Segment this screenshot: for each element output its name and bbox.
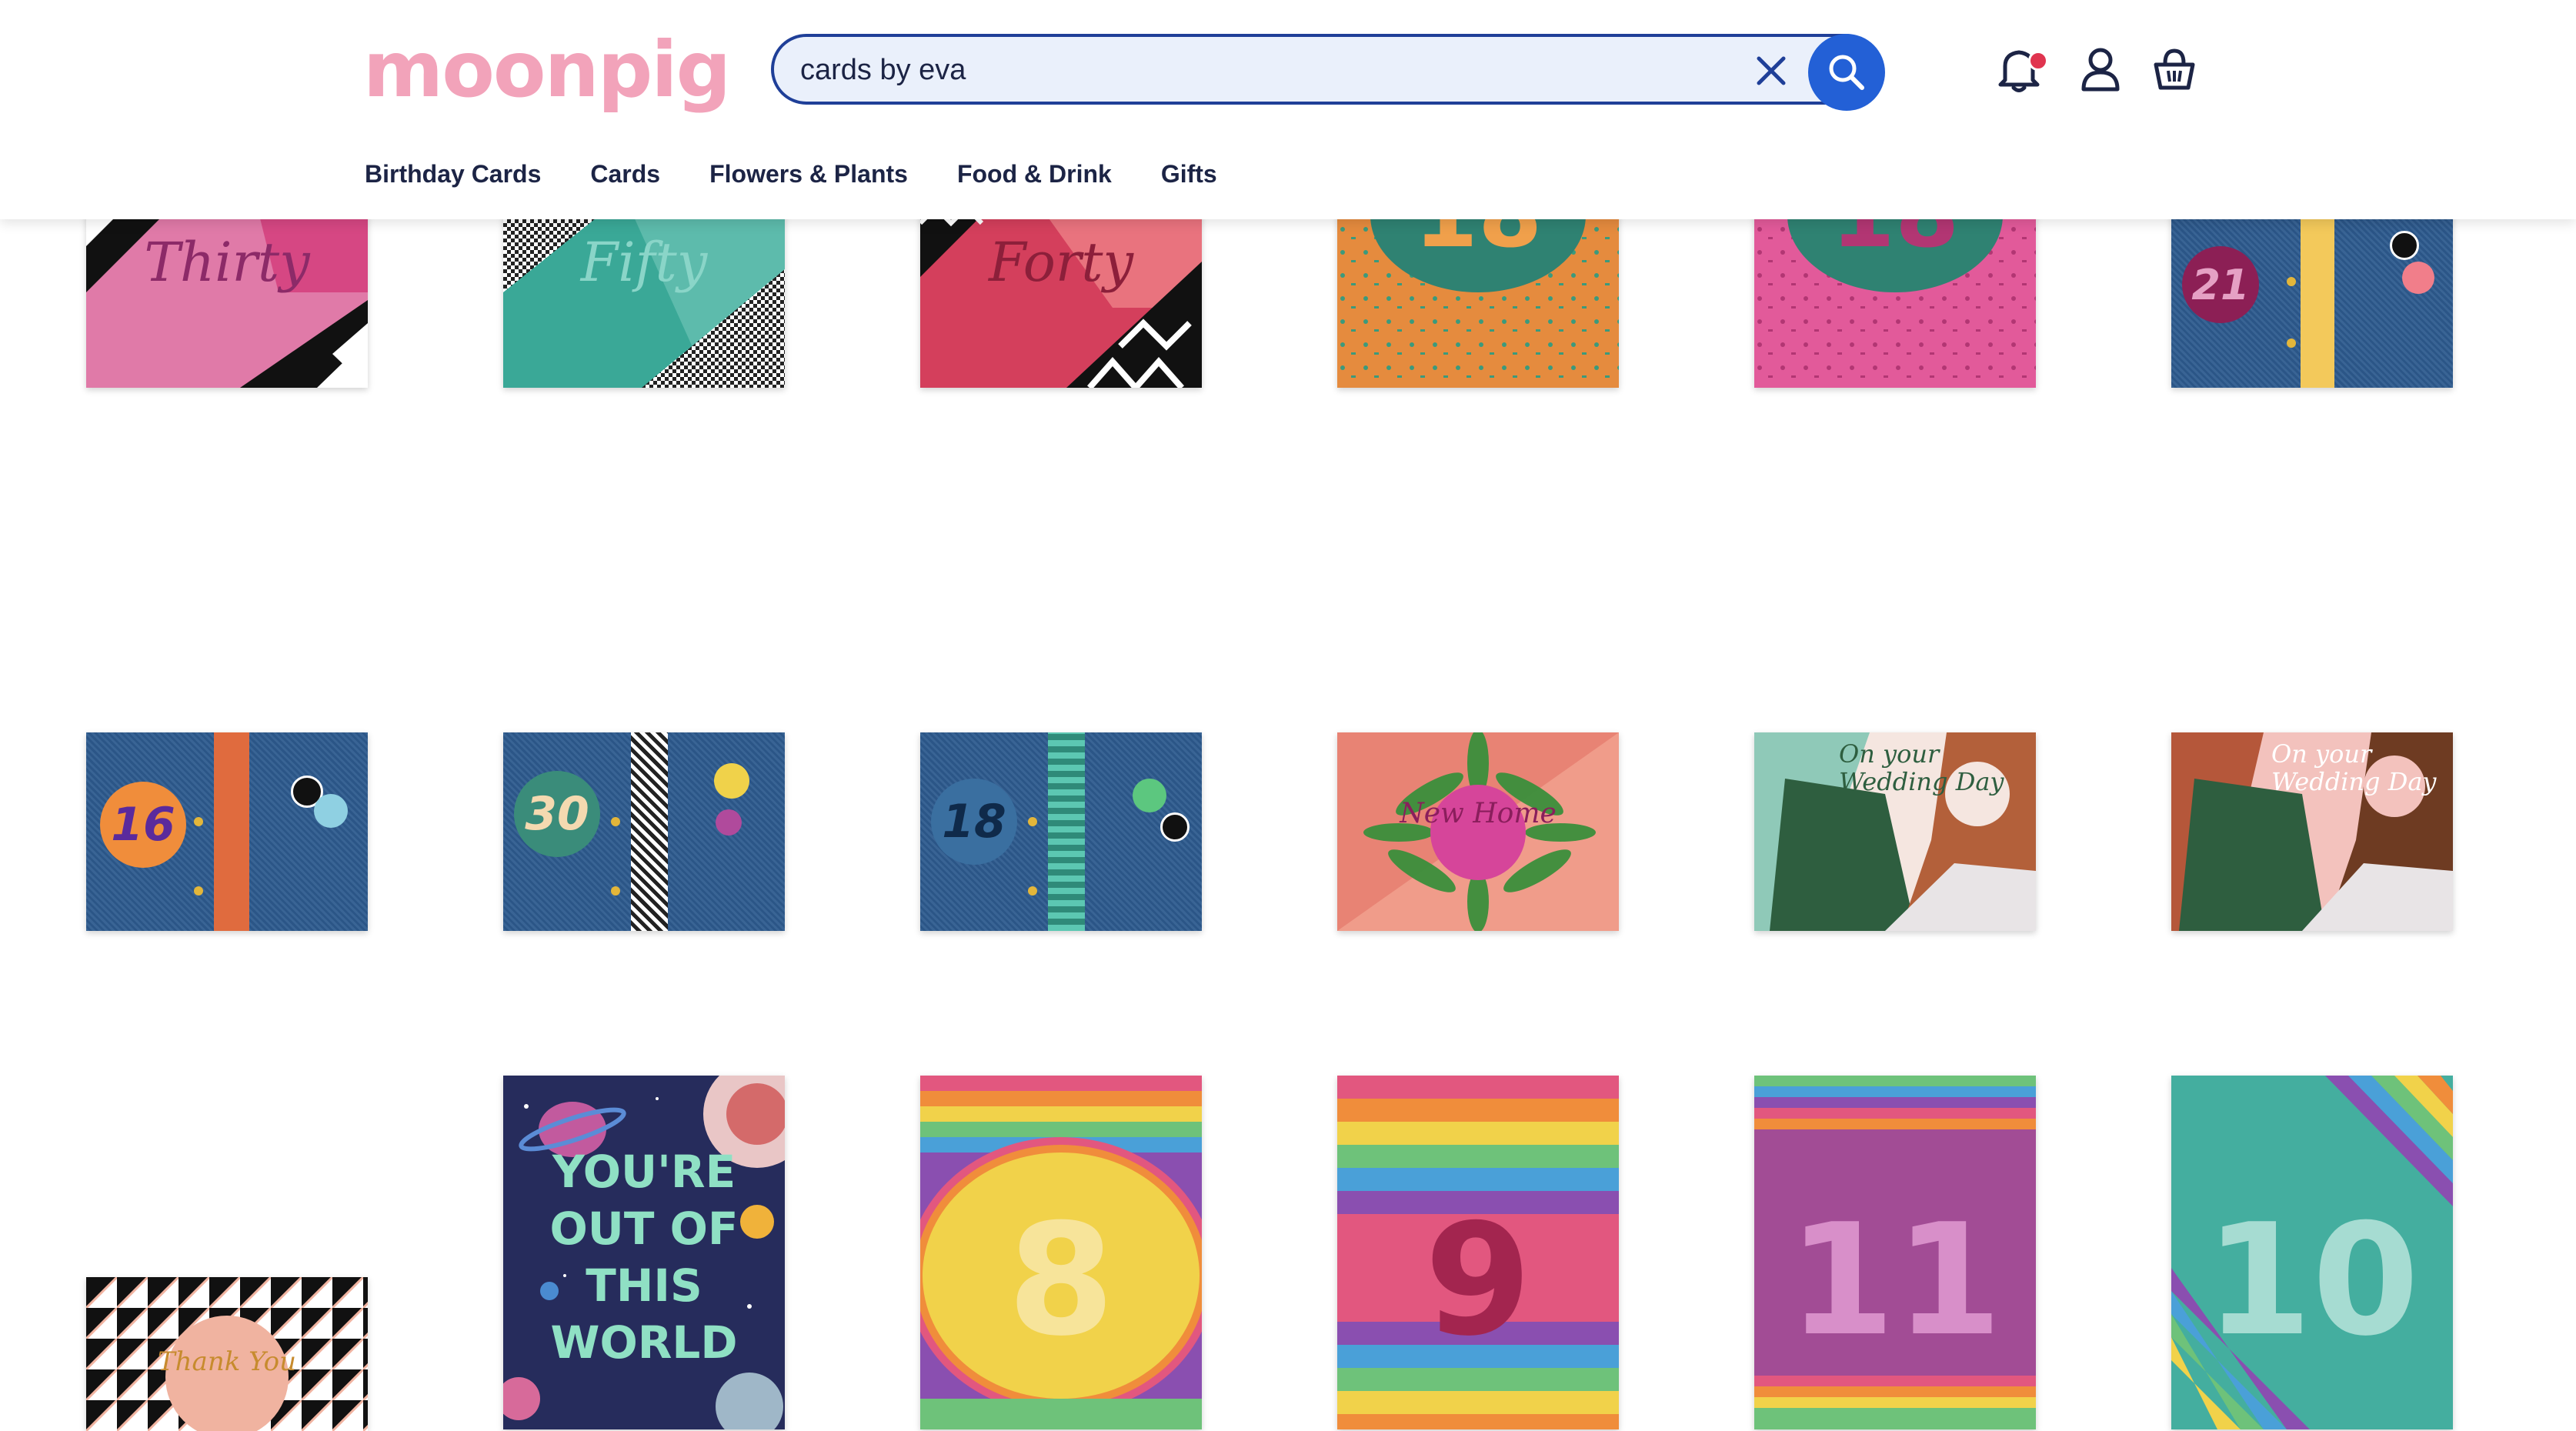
search-button[interactable] [1808, 34, 1885, 111]
account-button[interactable] [2077, 45, 2124, 94]
card-new-home-art [1337, 732, 1619, 931]
card-button-dot [611, 817, 620, 826]
card-title: On your Wedding Day [1839, 739, 2004, 796]
card-badge: 18 [931, 779, 1017, 865]
card-stripe [214, 732, 249, 931]
card-title: Thirty [144, 231, 310, 294]
card-16-denim[interactable]: 16 [86, 732, 368, 931]
card-title: Fifty [580, 231, 708, 294]
basket-button[interactable] [2151, 45, 2197, 94]
card-forty[interactable]: Forty [920, 200, 1202, 388]
card-badge: 21 [2182, 246, 2259, 323]
card-button-dot [194, 886, 203, 896]
card-thank-you[interactable]: Thank You [86, 1277, 368, 1431]
card-button-dot [611, 886, 620, 896]
card-forty-art [920, 200, 1202, 388]
card-button-dot [194, 817, 203, 826]
search-bar [771, 34, 1885, 111]
card-pin [2390, 231, 2419, 260]
account-icon [2081, 48, 2120, 92]
card-title: Thank You [157, 1346, 296, 1377]
card-21-denim[interactable]: 21 [2171, 200, 2453, 388]
card-stripe [2301, 200, 2334, 388]
main-nav: Birthday Cards Cards Flowers & Plants Fo… [365, 154, 1266, 194]
card-number: 8 [1007, 1191, 1115, 1370]
card-pin [1160, 812, 1190, 842]
card-wedding-day-2[interactable]: On your Wedding Day [2171, 732, 2453, 931]
notification-dot [2028, 51, 2048, 71]
card-button-dot [1028, 886, 1037, 896]
card-thirty[interactable]: Thirty [86, 200, 368, 388]
nav-birthday-cards[interactable]: Birthday Cards [365, 154, 541, 194]
card-18-pink[interactable]: 18 [1754, 200, 2036, 388]
card-stripe [1048, 732, 1085, 931]
card-thirty-art [86, 200, 368, 388]
card-badge: 16 [100, 782, 186, 868]
nav-gifts[interactable]: Gifts [1161, 154, 1217, 194]
card-pin [1133, 779, 1166, 812]
close-icon [1757, 56, 1786, 85]
card-number: 10 [2204, 1191, 2420, 1370]
nav-cards[interactable]: Cards [590, 154, 660, 194]
card-new-home[interactable]: New Home [1337, 732, 1619, 931]
basket-icon [2154, 48, 2195, 90]
card-18-denim[interactable]: 18 [920, 732, 1202, 931]
card-badge: 30 [514, 771, 600, 857]
card-18-orange[interactable]: 18 [1337, 200, 1619, 388]
search-input[interactable] [799, 43, 1725, 97]
card-button-dot [1028, 817, 1037, 826]
card-fifty-art [503, 200, 785, 388]
card-out-of-this-world[interactable]: YOU'RE OUT OF THIS WORLD [503, 1076, 785, 1429]
card-8-rainbow[interactable]: 8 [920, 1076, 1202, 1429]
card-title: YOU'RE OUT OF THIS WORLD [549, 1146, 739, 1369]
card-title: New Home [1400, 798, 1557, 829]
card-30-denim[interactable]: 30 [503, 732, 785, 931]
card-pin [314, 794, 348, 828]
nav-flowers-plants[interactable]: Flowers & Plants [709, 154, 908, 194]
site-header: moonpig cards by eva Birthday Cards Card… [0, 0, 2576, 219]
card-number: 9 [1424, 1191, 1532, 1370]
card-10-teal[interactable]: 10 [2171, 1076, 2453, 1429]
card-number: 11 [1787, 1191, 2003, 1370]
card-stripe [631, 732, 668, 931]
nav-food-drink[interactable]: Food & Drink [957, 154, 1112, 194]
card-pin [714, 763, 749, 799]
card-button-dot [2287, 339, 2296, 348]
search-icon [1829, 55, 1864, 90]
moonpig-logo[interactable]: moonpig [363, 20, 731, 120]
card-wedding-day-1[interactable]: On your Wedding Day [1754, 732, 2036, 931]
card-9-rainbow[interactable]: 9 [1337, 1076, 1619, 1429]
card-pin [716, 809, 742, 836]
card-title: On your Wedding Day [2271, 739, 2437, 796]
card-fifty[interactable]: Fifty [503, 200, 785, 388]
card-pin [2402, 262, 2434, 294]
card-button-dot [2287, 277, 2296, 286]
clear-search-button[interactable] [1750, 49, 1793, 92]
card-11-purple[interactable]: 11 [1754, 1076, 2036, 1429]
card-title: Forty [988, 231, 1134, 294]
